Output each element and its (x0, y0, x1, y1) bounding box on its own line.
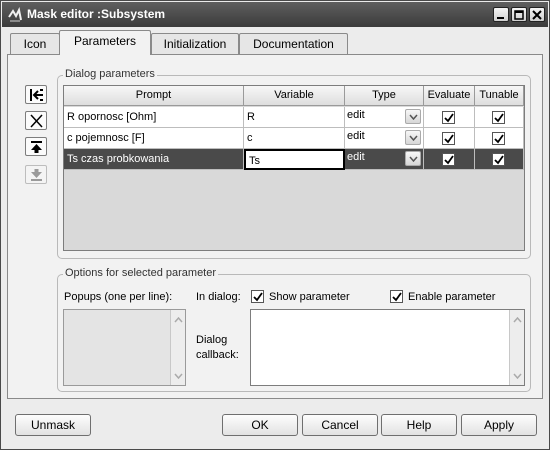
show-parameter-checkbox[interactable] (251, 290, 264, 303)
dropdown-button[interactable] (405, 151, 421, 166)
column-header-prompt[interactable]: Prompt (64, 86, 244, 106)
unmask-button[interactable]: Unmask (15, 414, 91, 436)
tab-parameters[interactable]: Parameters (59, 30, 151, 55)
tunable-cell (475, 149, 524, 170)
tab-label: Initialization (163, 37, 227, 51)
mask-editor-icon (7, 6, 23, 23)
column-header-evaluate[interactable]: Evaluate (424, 86, 475, 106)
variable-cell[interactable]: R (244, 107, 345, 128)
scroll-down-icon[interactable] (174, 369, 183, 382)
type-select[interactable]: edit (345, 149, 424, 170)
variable-cell-editing[interactable]: Ts (244, 149, 345, 170)
type-value: edit (347, 151, 365, 163)
close-button[interactable] (529, 7, 545, 22)
column-header-variable[interactable]: Variable (244, 86, 345, 106)
evaluate-cell (424, 107, 475, 128)
tab-label: Icon (23, 37, 47, 51)
dialog-callback-label-2: callback: (196, 349, 239, 361)
type-select[interactable]: edit (345, 107, 424, 128)
tab-documentation[interactable]: Documentation (239, 33, 348, 55)
popups-scrollbar[interactable] (170, 310, 185, 385)
move-up-button[interactable] (25, 137, 47, 156)
scroll-down-icon[interactable] (513, 369, 522, 382)
popups-listbox[interactable] (63, 309, 186, 386)
table-row[interactable]: c pojemnosc [F] c edit (64, 128, 524, 149)
table-row[interactable]: R opornosc [Ohm] R edit (64, 107, 524, 128)
options-label: Options for selected parameter (63, 267, 219, 279)
tunable-checkbox[interactable] (492, 153, 505, 166)
dialog-callback-textarea[interactable] (250, 309, 525, 386)
mask-editor-window: Mask editor :Subsystem Icon Parameters I… (0, 0, 550, 450)
dialog-parameters-label: Dialog parameters (63, 68, 157, 80)
evaluate-checkbox[interactable] (442, 132, 455, 145)
minimize-button[interactable] (493, 7, 509, 22)
tab-label: Documentation (253, 37, 334, 51)
in-dialog-label: In dialog: (196, 291, 241, 303)
delete-parameter-button[interactable] (25, 111, 47, 130)
table-row-selected[interactable]: Ts czas probkowania Ts edit (64, 149, 524, 170)
tab-initialization[interactable]: Initialization (151, 33, 239, 55)
popups-label: Popups (one per line): (64, 291, 173, 303)
show-parameter-label[interactable]: Show parameter (269, 291, 350, 303)
scroll-up-icon[interactable] (174, 313, 183, 326)
tunable-cell (475, 128, 524, 149)
parameters-table: Prompt Variable Type Evaluate Tunable R … (63, 85, 525, 251)
type-value: edit (347, 109, 365, 121)
cancel-button[interactable]: Cancel (302, 414, 378, 436)
dialog-callback-label-1: Dialog (196, 334, 228, 346)
prompt-cell[interactable]: R opornosc [Ohm] (64, 107, 244, 128)
tunable-checkbox[interactable] (492, 132, 505, 145)
add-parameter-button[interactable] (25, 85, 47, 104)
title-bar[interactable]: Mask editor :Subsystem (2, 2, 548, 27)
evaluate-checkbox[interactable] (442, 153, 455, 166)
enable-parameter-label[interactable]: Enable parameter (408, 291, 495, 303)
ok-button[interactable]: OK (222, 414, 298, 436)
callback-scrollbar[interactable] (509, 310, 524, 385)
tunable-cell (475, 107, 524, 128)
dropdown-button[interactable] (405, 130, 421, 145)
prompt-cell[interactable]: c pojemnosc [F] (64, 128, 244, 149)
apply-button[interactable]: Apply (461, 414, 537, 436)
help-button[interactable]: Help (381, 414, 457, 436)
move-down-button[interactable] (25, 165, 47, 184)
scroll-up-icon[interactable] (513, 313, 522, 326)
type-value: edit (347, 130, 365, 142)
variable-cell[interactable]: c (244, 128, 345, 149)
window-title: Mask editor :Subsystem (27, 7, 166, 21)
maximize-button[interactable] (511, 7, 527, 22)
evaluate-cell (424, 149, 475, 170)
column-header-tunable[interactable]: Tunable (475, 86, 524, 106)
dropdown-button[interactable] (405, 109, 421, 124)
tab-label: Parameters (73, 34, 137, 48)
type-select[interactable]: edit (345, 128, 424, 149)
prompt-cell[interactable]: Ts czas probkowania (64, 149, 244, 170)
evaluate-checkbox[interactable] (442, 111, 455, 124)
column-header-type[interactable]: Type (345, 86, 424, 106)
enable-parameter-checkbox[interactable] (390, 290, 403, 303)
evaluate-cell (424, 128, 475, 149)
tab-icon[interactable]: Icon (10, 33, 60, 55)
tunable-checkbox[interactable] (492, 111, 505, 124)
